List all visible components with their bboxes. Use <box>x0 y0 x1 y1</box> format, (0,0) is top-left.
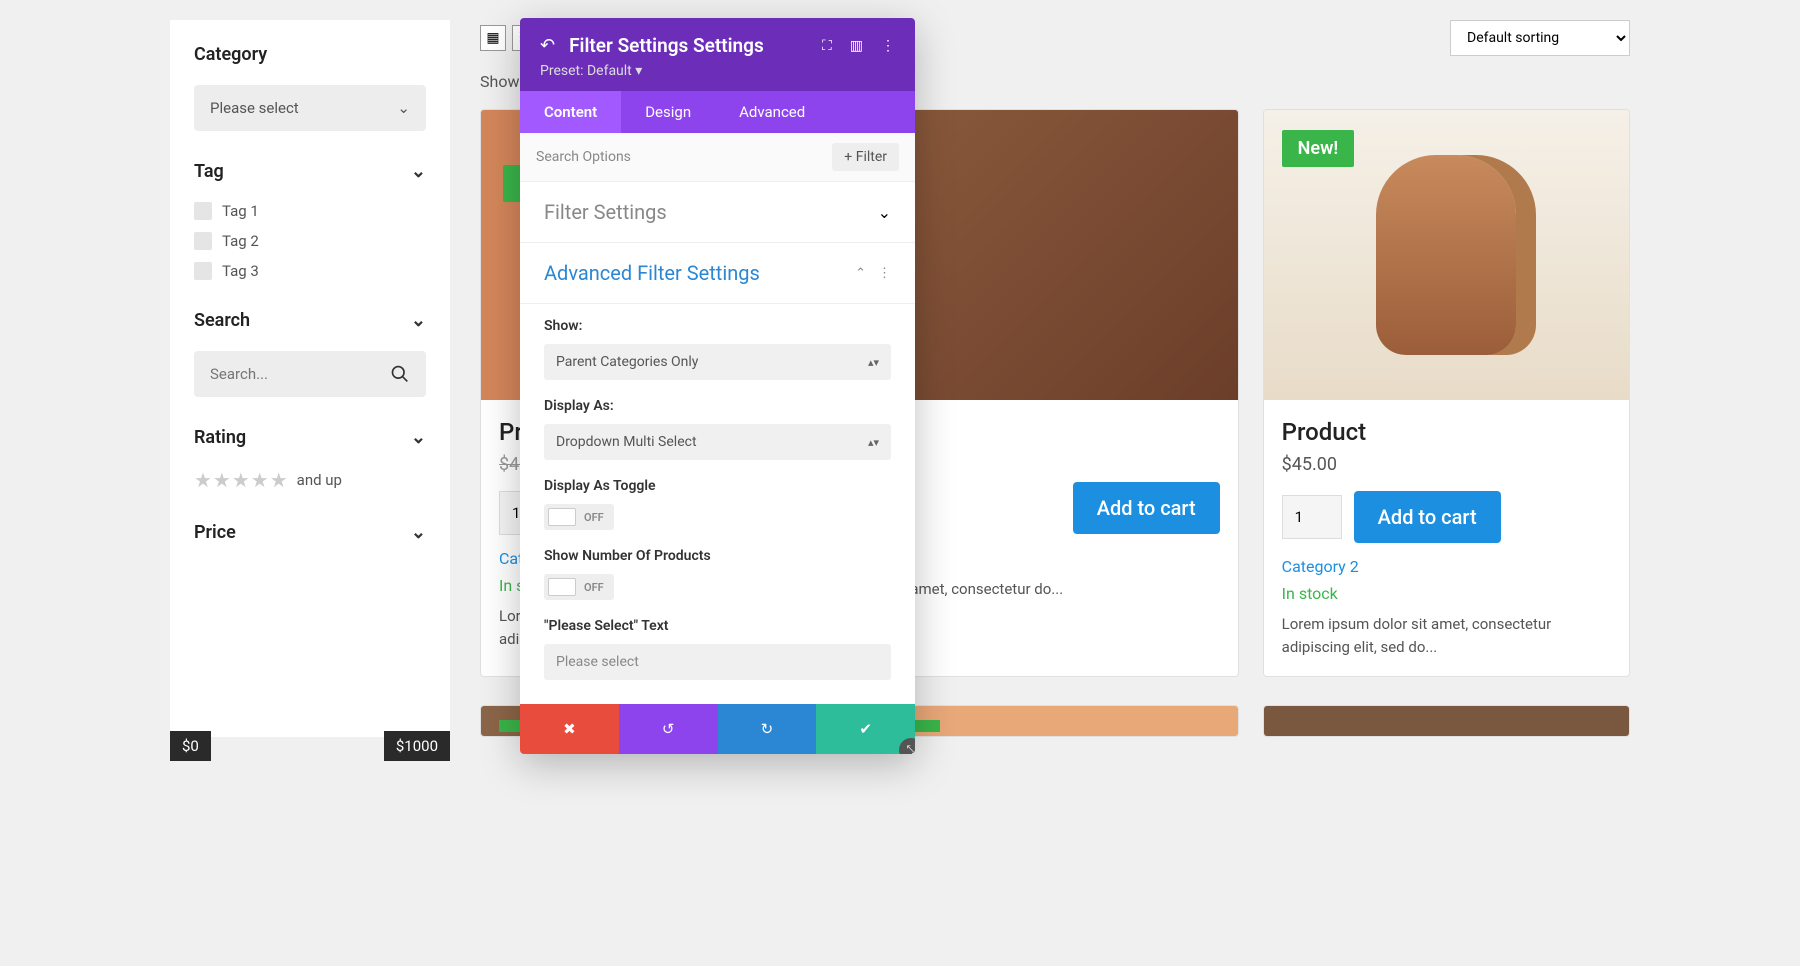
category-select[interactable]: Please select ⌄ <box>194 85 426 131</box>
grid-view-button[interactable]: ▦ <box>480 25 506 51</box>
product-image <box>872 110 1237 400</box>
stock-status: In stock <box>1282 584 1611 603</box>
show-number-toggle[interactable]: OFF <box>544 574 614 600</box>
back-button[interactable]: ↶ <box>540 35 555 56</box>
checkbox[interactable] <box>194 262 212 280</box>
rating-section: Rating ⌄ ★★★★★ and up <box>194 427 426 492</box>
tab-advanced[interactable]: Advanced <box>715 91 829 133</box>
product-card[interactable] <box>871 705 1238 737</box>
show-label: Show: <box>544 318 891 334</box>
display-as-label: Display As: <box>544 398 891 414</box>
product-card[interactable]: Add to cart sit amet, consectetur do... <box>871 109 1238 677</box>
product-description: Lorem ipsum dolor sit amet, consectetur … <box>1282 613 1611 658</box>
checkbox[interactable] <box>194 202 212 220</box>
show-select[interactable]: Parent Categories Only ▴▾ <box>544 344 891 380</box>
columns-icon[interactable]: ▥ <box>850 38 863 54</box>
product-card[interactable]: New! Product $45.00 Add to cart Category… <box>1263 109 1630 677</box>
modal-tabs: Content Design Advanced <box>520 91 915 133</box>
check-icon: ✔ <box>859 720 872 738</box>
undo-button[interactable]: ↺ <box>619 704 718 754</box>
please-select-input[interactable] <box>544 644 891 680</box>
sort-select[interactable]: Default sorting <box>1450 20 1630 56</box>
product-card[interactable] <box>1263 705 1630 737</box>
search-title: Search <box>194 310 250 331</box>
preset-selector[interactable]: Preset: Default ▾ <box>540 63 895 79</box>
product-description: sit amet, consectetur do... <box>890 578 1219 601</box>
rating-filter[interactable]: ★★★★★ and up <box>194 468 426 492</box>
close-icon: ✖ <box>563 720 576 738</box>
chevron-up-icon: ⌃ <box>855 266 866 281</box>
display-as-select[interactable]: Dropdown Multi Select ▴▾ <box>544 424 891 460</box>
category-section: Category Please select ⌄ <box>194 44 426 131</box>
chevron-down-icon[interactable]: ⌄ <box>411 522 426 543</box>
modal-title: Filter Settings Settings <box>569 34 764 57</box>
search-input-wrap <box>194 351 426 397</box>
product-image <box>872 706 1237 736</box>
search-options[interactable]: Search Options <box>536 149 631 165</box>
star-icon: ★★★★★ <box>194 468 289 492</box>
display-toggle[interactable]: OFF <box>544 504 614 530</box>
quantity-input[interactable] <box>1282 495 1342 539</box>
product-price: $45.00 <box>1282 454 1611 475</box>
search-icon[interactable] <box>390 363 410 385</box>
price-min[interactable]: $0 <box>170 731 211 761</box>
modal-header: ↶ Filter Settings Settings ⛶ ▥ ⋮ Preset:… <box>520 18 915 91</box>
tag-title: Tag <box>194 161 224 182</box>
tab-design[interactable]: Design <box>621 91 715 133</box>
expand-icon[interactable]: ⛶ <box>822 38 832 54</box>
product-image <box>1264 706 1629 736</box>
redo-button[interactable]: ↻ <box>718 704 817 754</box>
select-arrows-icon: ▴▾ <box>868 356 879 369</box>
more-icon[interactable]: ⋮ <box>878 266 891 281</box>
chevron-down-icon[interactable]: ⌄ <box>411 310 426 331</box>
new-badge: New! <box>1282 130 1355 167</box>
chevron-down-icon[interactable]: ⌄ <box>411 161 426 182</box>
price-max[interactable]: $1000 <box>384 731 450 761</box>
price-title: Price <box>194 522 236 543</box>
checkbox[interactable] <box>194 232 212 250</box>
search-input[interactable] <box>210 365 390 383</box>
tab-content[interactable]: Content <box>520 91 621 133</box>
advanced-filter-section[interactable]: Advanced Filter Settings ⌃ ⋮ <box>520 243 915 304</box>
filter-settings-section[interactable]: Filter Settings ⌄ <box>520 182 915 243</box>
chevron-down-icon: ⌄ <box>397 99 410 117</box>
please-select-label: "Please Select" Text <box>544 618 891 634</box>
category-link[interactable]: Category 2 <box>1282 557 1611 576</box>
select-arrows-icon: ▴▾ <box>868 436 879 449</box>
chevron-down-icon[interactable]: ⌄ <box>411 427 426 448</box>
price-section: Price ⌄ <box>194 522 426 543</box>
category-title: Category <box>194 44 267 65</box>
tag-section: Tag ⌄ Tag 1 Tag 2 Tag 3 <box>194 161 426 280</box>
tag-item[interactable]: Tag 3 <box>194 262 426 280</box>
add-filter-button[interactable]: + Filter <box>832 143 899 171</box>
tag-item[interactable]: Tag 1 <box>194 202 426 220</box>
product-title: Product <box>1282 418 1611 446</box>
display-toggle-label: Display As Toggle <box>544 478 891 494</box>
modal-footer: ✖ ↺ ↻ ✔ <box>520 704 915 754</box>
chevron-down-icon: ⌄ <box>878 203 891 222</box>
settings-modal: ↶ Filter Settings Settings ⛶ ▥ ⋮ Preset:… <box>520 18 915 754</box>
more-icon[interactable]: ⋮ <box>881 38 895 54</box>
sidebar: Category Please select ⌄ Tag ⌄ Tag 1 Tag… <box>170 20 450 737</box>
search-section: Search ⌄ <box>194 310 426 397</box>
add-to-cart-button[interactable]: Add to cart <box>1354 491 1501 543</box>
add-to-cart-button[interactable]: Add to cart <box>1073 482 1220 534</box>
undo-icon: ↺ <box>662 720 675 738</box>
plus-icon: + <box>844 149 852 165</box>
redo-icon: ↻ <box>761 720 774 738</box>
show-number-label: Show Number Of Products <box>544 548 891 564</box>
rating-title: Rating <box>194 427 246 448</box>
caret-down-icon: ▾ <box>635 63 642 79</box>
tag-item[interactable]: Tag 2 <box>194 232 426 250</box>
cancel-button[interactable]: ✖ <box>520 704 619 754</box>
